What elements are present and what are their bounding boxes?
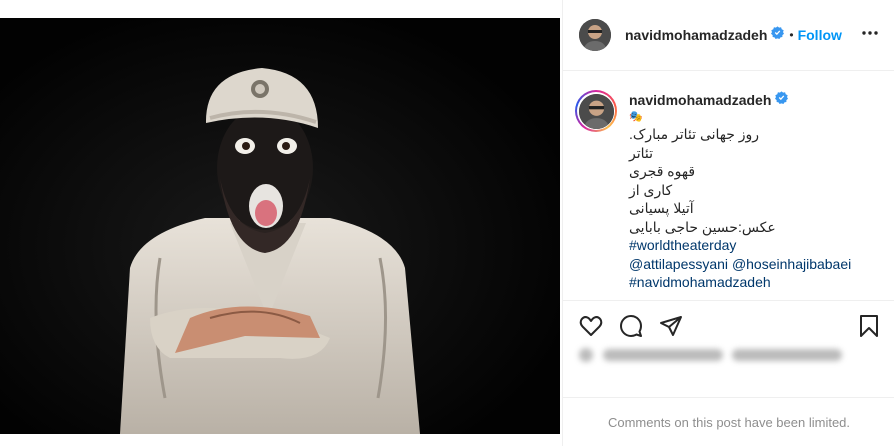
- verified-badge-icon: [775, 91, 789, 109]
- likes-summary-blurred: [579, 346, 859, 368]
- like-button[interactable]: [579, 314, 603, 343]
- follow-button[interactable]: Follow: [798, 27, 842, 43]
- author-avatar[interactable]: [579, 19, 611, 51]
- caption-line: قهوه قجری: [629, 163, 696, 179]
- heart-icon: [579, 316, 603, 336]
- caption-line: آتیلا پسیانی: [629, 200, 694, 216]
- mention-link[interactable]: @hoseinhajibabaei: [732, 256, 851, 272]
- caption-text: 🎭 .روز جهانی تئاتر مبارک تئاتر قهوه قجری…: [629, 109, 851, 292]
- instagram-post: navidmohamadzadeh • Follow navidmohamadz…: [0, 0, 894, 446]
- comment-icon: [620, 315, 642, 337]
- post-photo[interactable]: [0, 18, 560, 434]
- caption-avatar-story-ring[interactable]: [575, 90, 617, 132]
- caption-avatar: [578, 93, 614, 129]
- actor-photo: [0, 18, 560, 434]
- caption-area: navidmohamadzadeh 🎭 .روز جهانی تئاتر مبا…: [563, 71, 894, 301]
- hashtag-link[interactable]: #navidmohamadzadeh: [629, 274, 771, 290]
- share-icon: [660, 316, 682, 336]
- more-options-icon[interactable]: [861, 24, 879, 47]
- post-header: navidmohamadzadeh • Follow: [563, 0, 894, 71]
- comments-limited-notice: Comments on this post have been limited.: [607, 415, 851, 430]
- post-sidebar: navidmohamadzadeh • Follow navidmohamadz…: [562, 0, 894, 446]
- caption-line: .روز جهانی تئاتر مبارک: [629, 126, 760, 142]
- action-bar: [563, 300, 894, 350]
- author-username[interactable]: navidmohamadzadeh: [625, 27, 767, 43]
- save-button[interactable]: [857, 314, 881, 343]
- hashtag-link[interactable]: #worldtheaterday: [629, 237, 736, 253]
- caption-line: کاری از: [629, 181, 673, 198]
- caption-line: عکس:حسین حاجی بابایی: [629, 218, 776, 235]
- caption-emoji: 🎭: [629, 111, 643, 123]
- separator-dot: •: [789, 28, 794, 42]
- caption-username[interactable]: navidmohamadzadeh: [629, 92, 771, 108]
- bookmark-icon: [860, 315, 878, 337]
- caption-line: تئاتر: [629, 144, 654, 161]
- verified-badge-icon: [771, 26, 785, 44]
- share-button[interactable]: [659, 314, 683, 343]
- comment-button[interactable]: [619, 314, 643, 343]
- divider: [563, 397, 894, 398]
- mention-link[interactable]: @attilapessyani: [629, 256, 728, 272]
